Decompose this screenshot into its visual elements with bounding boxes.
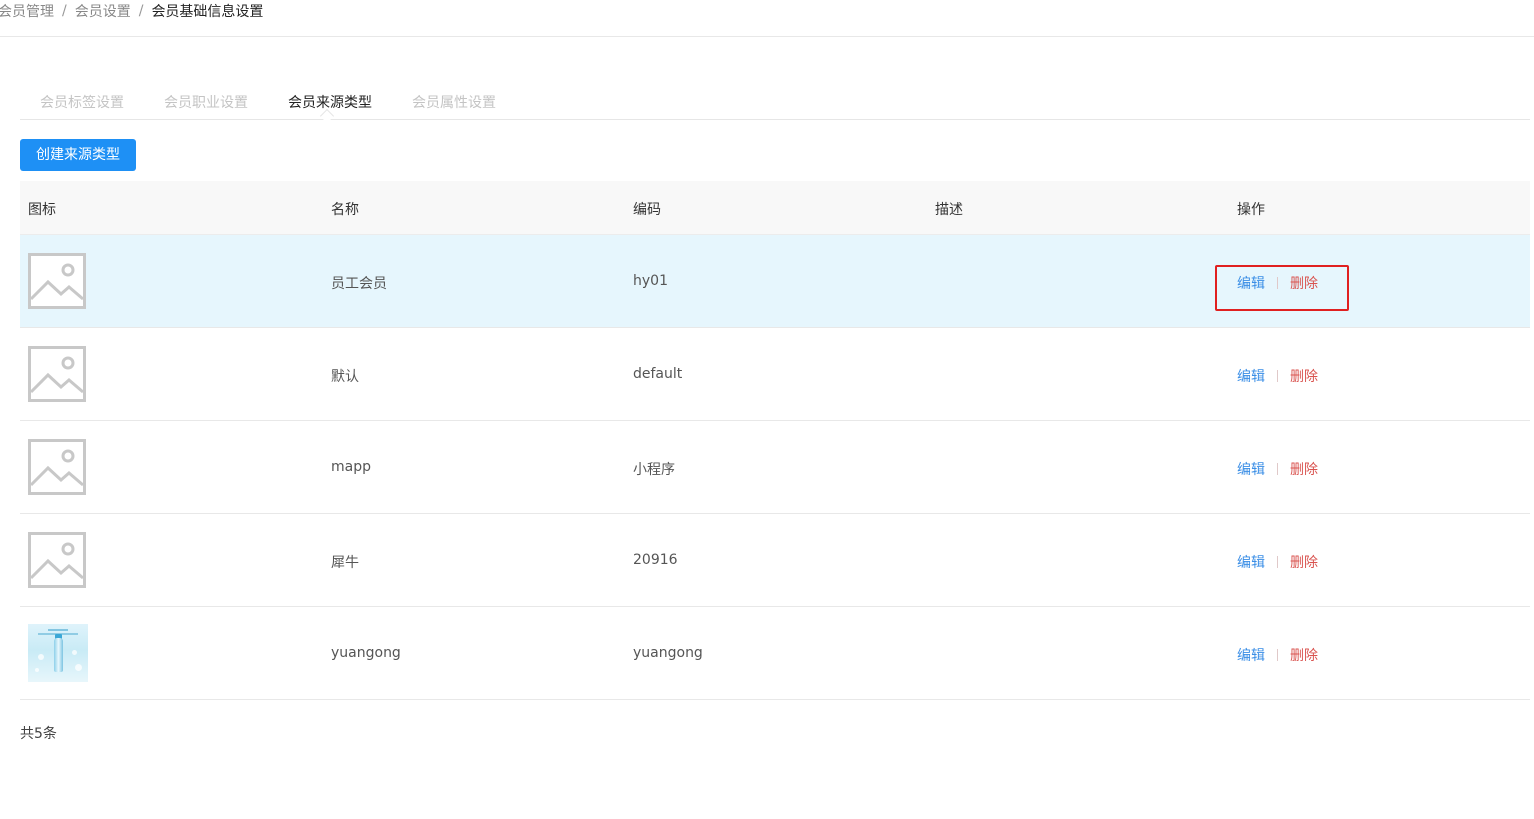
delete-link[interactable]: 删除 [1290, 366, 1318, 386]
row-code: 小程序 [633, 462, 675, 478]
row-name: 犀牛 [331, 555, 359, 571]
water-drop-shape [75, 664, 82, 671]
action-divider [1277, 370, 1278, 382]
table-row: mapp 小程序 编辑 删除 [20, 421, 1530, 514]
column-header-icon: 图标 [28, 202, 56, 218]
column-header-name: 名称 [331, 202, 359, 218]
row-code: default [633, 366, 683, 382]
row-name: 默认 [331, 369, 359, 385]
water-drop-shape [72, 650, 77, 655]
tab-member-source-type[interactable]: 会员来源类型 [288, 92, 372, 112]
row-name: mapp [331, 459, 371, 475]
image-placeholder-icon [28, 439, 86, 495]
action-divider [1277, 277, 1278, 289]
action-divider [1277, 556, 1278, 568]
tab-member-tags[interactable]: 会员标签设置 [40, 92, 124, 112]
total-count: 共5条 [20, 726, 57, 742]
table-row: 犀牛 20916 编辑 删除 [20, 514, 1530, 607]
row-actions: 编辑 删除 [1237, 645, 1318, 665]
breadcrumb-separator: / [138, 3, 144, 19]
edit-link[interactable]: 编辑 [1237, 366, 1265, 386]
table-row: 员工会员 hy01 编辑 删除 [20, 235, 1530, 328]
column-header-description: 描述 [935, 202, 963, 218]
row-actions: 编辑 删除 [1237, 459, 1318, 479]
edit-link[interactable]: 编辑 [1237, 552, 1265, 572]
source-type-table: 图标 名称 编码 描述 操作 员工会员 hy01 编辑 删除 默认 defaul… [20, 181, 1530, 700]
edit-link[interactable]: 编辑 [1237, 273, 1265, 293]
thumbnail-text-line [48, 629, 68, 631]
row-actions: 编辑 删除 [1237, 552, 1318, 572]
breadcrumb: 会员管理 / 会员设置 / 会员基础信息设置 [0, 2, 263, 20]
create-source-type-button[interactable]: 创建来源类型 [20, 139, 136, 171]
row-code: hy01 [633, 273, 668, 289]
delete-link[interactable]: 删除 [1290, 459, 1318, 479]
breadcrumb-item-member-settings[interactable]: 会员设置 [75, 1, 131, 21]
row-code: 20916 [633, 552, 678, 568]
water-drop-shape [35, 668, 39, 672]
water-bottle-thumbnail [28, 624, 88, 682]
tab-member-attributes[interactable]: 会员属性设置 [412, 92, 496, 112]
row-actions: 编辑 删除 [1237, 366, 1318, 386]
breadcrumb-item-current: 会员基础信息设置 [151, 4, 264, 20]
table-header: 图标 名称 编码 描述 操作 [20, 181, 1530, 235]
action-divider [1277, 649, 1278, 661]
row-icon-cell [28, 439, 86, 495]
action-divider [1277, 463, 1278, 475]
column-header-actions: 操作 [1237, 202, 1265, 218]
image-placeholder-icon [28, 253, 86, 309]
tab-member-occupation[interactable]: 会员职业设置 [164, 92, 248, 112]
water-drop-shape [38, 654, 44, 660]
table-row: yuangong yuangong 编辑 删除 [20, 607, 1530, 700]
edit-link[interactable]: 编辑 [1237, 645, 1265, 665]
delete-link[interactable]: 删除 [1290, 273, 1318, 293]
image-placeholder-icon [28, 532, 86, 588]
row-actions: 编辑 删除 [1237, 273, 1318, 293]
header-divider [0, 36, 1534, 37]
row-name: yuangong [331, 645, 401, 661]
breadcrumb-separator: / [62, 3, 67, 19]
bottle-shape [54, 638, 63, 672]
breadcrumb-item-member-management[interactable]: 会员管理 [0, 1, 54, 21]
row-icon-cell [28, 624, 88, 682]
row-icon-cell [28, 253, 86, 309]
row-code: yuangong [633, 645, 703, 661]
delete-link[interactable]: 删除 [1290, 552, 1318, 572]
row-icon-cell [28, 532, 86, 588]
image-placeholder-icon [28, 346, 86, 402]
row-name: 员工会员 [331, 276, 387, 292]
delete-link[interactable]: 删除 [1290, 645, 1318, 665]
column-header-code: 编码 [633, 202, 661, 218]
row-icon-cell [28, 346, 86, 402]
table-row: 默认 default 编辑 删除 [20, 328, 1530, 421]
tab-bar: 会员标签设置 会员职业设置 会员来源类型 会员属性设置 [20, 86, 1530, 124]
edit-link[interactable]: 编辑 [1237, 459, 1265, 479]
